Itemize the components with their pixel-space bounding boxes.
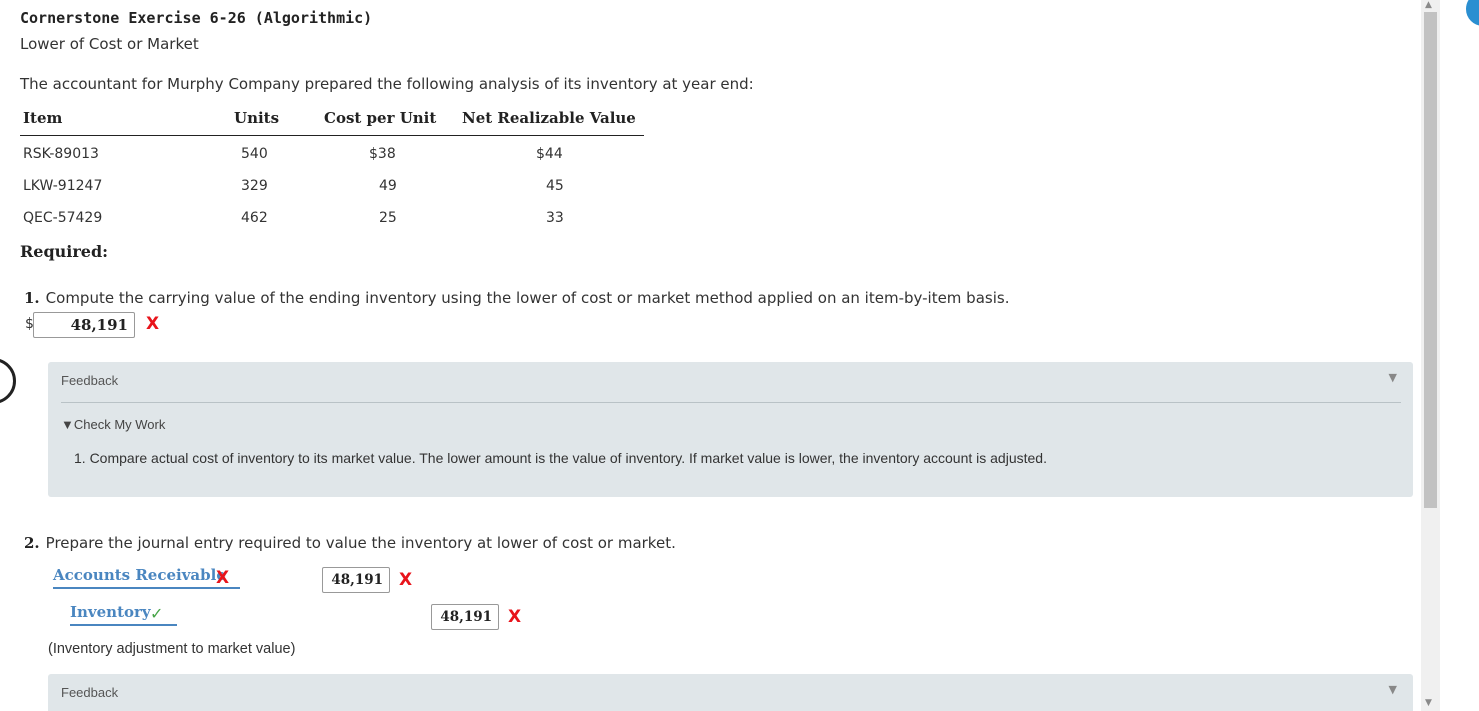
cell-units: 462: [241, 210, 268, 226]
exercise-subtitle: Lower of Cost or Market: [20, 35, 199, 53]
cell-item: QEC-57429: [23, 210, 103, 226]
question-1-number: 1.: [24, 289, 40, 307]
cell-nrv: 45: [546, 178, 564, 194]
check-my-work-toggle[interactable]: ▼Check My Work: [61, 417, 165, 432]
question-2-number: 2.: [24, 534, 40, 552]
debit-amount-input[interactable]: 48,191: [322, 567, 390, 593]
assignment-content: Cornerstone Exercise 6-26 (Algorithmic) …: [0, 0, 1420, 711]
credit-account-label: Inventory: [70, 603, 151, 621]
feedback-hint-text: 1. Compare actual cost of inventory to i…: [74, 450, 1047, 466]
debit-account-select[interactable]: Accounts Receivable: [53, 566, 240, 589]
scroll-down-arrow-icon[interactable]: ▼: [1425, 698, 1432, 708]
col-header-item: Item: [23, 109, 63, 127]
cell-nrv: $44: [536, 146, 563, 162]
col-header-net-realizable-value: Net Realizable Value: [462, 109, 636, 127]
cell-cost: 25: [379, 210, 397, 226]
feedback-divider: [61, 402, 1401, 403]
incorrect-x-icon: X: [216, 568, 230, 588]
help-bubble-icon[interactable]: [1464, 0, 1479, 28]
exercise-title: Cornerstone Exercise 6-26 (Algorithmic): [20, 9, 373, 27]
header-divider: [20, 135, 644, 136]
side-circle-icon: [0, 358, 16, 404]
question-2: 2. Prepare the journal entry required to …: [24, 534, 676, 552]
cell-item: LKW-91247: [23, 178, 103, 194]
feedback-label: Feedback: [61, 373, 119, 388]
feedback-label: Feedback: [61, 685, 119, 700]
problem-intro: The accountant for Murphy Company prepar…: [20, 75, 754, 93]
scrollbar-thumb[interactable]: [1424, 12, 1437, 508]
cell-nrv: 33: [546, 210, 564, 226]
carrying-value-input[interactable]: 48,191: [33, 312, 135, 338]
cell-item: RSK-89013: [23, 146, 99, 162]
feedback-panel-1: Feedback ▼ ▼Check My Work 1. Compare act…: [48, 362, 1413, 497]
chevron-down-icon[interactable]: ▼: [1389, 683, 1397, 696]
cell-units: 329: [241, 178, 268, 194]
cell-units: 540: [241, 146, 268, 162]
required-heading: Required:: [20, 242, 109, 261]
incorrect-x-icon: X: [399, 570, 413, 590]
col-header-cost-per-unit: Cost per Unit: [324, 109, 437, 127]
journal-memo: (Inventory adjustment to market value): [48, 641, 296, 657]
incorrect-x-icon: X: [508, 607, 522, 627]
question-1-text: Compute the carrying value of the ending…: [45, 289, 1010, 307]
feedback-panel-2: Feedback ▼: [48, 674, 1413, 711]
question-1: 1. Compute the carrying value of the endi…: [24, 289, 1009, 307]
chevron-down-icon[interactable]: ▼: [1389, 371, 1397, 384]
correct-check-icon: ✓: [150, 604, 164, 623]
col-header-units: Units: [234, 109, 280, 127]
scroll-up-arrow-icon[interactable]: ▲: [1425, 0, 1432, 10]
question-2-text: Prepare the journal entry required to va…: [45, 534, 676, 552]
cell-cost: $38: [369, 146, 396, 162]
incorrect-x-icon: X: [146, 314, 160, 334]
cell-cost: 49: [379, 178, 397, 194]
debit-account-label: Accounts Receivable: [53, 566, 226, 584]
credit-amount-input[interactable]: 48,191: [431, 604, 499, 630]
